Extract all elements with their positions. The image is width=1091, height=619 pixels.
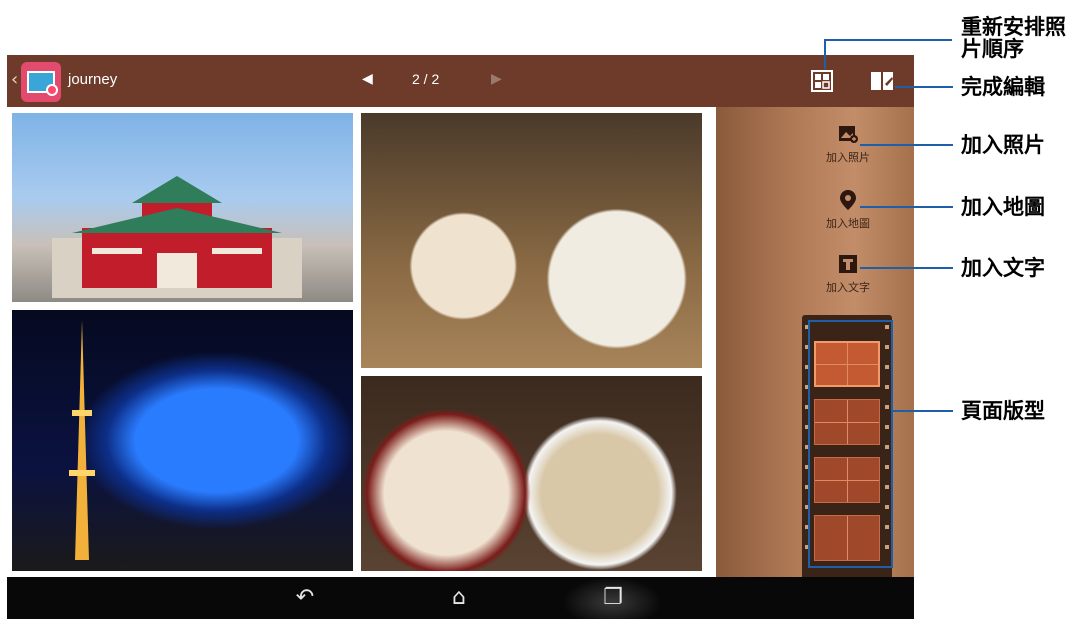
journey-page-canvas: 加入照片 加入地圖 加入文字 — [7, 107, 914, 577]
next-page-icon[interactable]: ▶ — [491, 71, 502, 87]
top-app-bar: ‹ journey ◀ 2 / 2 ▶ — [7, 55, 914, 107]
back-arrow-icon[interactable]: ↶ — [289, 585, 321, 611]
system-nav-bar: ↶ ⌂ ❐ — [7, 577, 914, 619]
page-indicator: 2 / 2 — [412, 71, 440, 87]
previous-page-icon[interactable]: ◀ — [362, 71, 373, 87]
callout-add-text: 加入文字 — [961, 256, 1045, 280]
layout-highlight-left — [808, 320, 810, 568]
layout-option[interactable] — [814, 399, 880, 445]
text-t-icon — [839, 255, 857, 273]
callout-line-done — [895, 86, 953, 88]
callout-line-layout — [893, 410, 953, 412]
add-photo-icon — [839, 126, 858, 143]
map-pin-icon — [840, 190, 856, 210]
layout-option[interactable] — [814, 457, 880, 503]
add-map-tool[interactable]: 加入地圖 — [808, 189, 888, 231]
callout-line-reorder — [824, 39, 826, 69]
journey-title: journey — [68, 71, 118, 88]
callout-line-add-photo — [860, 144, 953, 146]
layout-highlight-right — [891, 320, 893, 568]
layout-highlight-bottom — [808, 566, 893, 568]
add-text-label: 加入文字 — [826, 281, 870, 294]
photo-pagoda-station[interactable] — [12, 113, 353, 302]
callout-add-photo: 加入照片 — [961, 133, 1045, 157]
callout-line-reorder-h — [824, 39, 952, 41]
home-icon[interactable]: ⌂ — [443, 585, 475, 611]
photo-donburi-noodles[interactable] — [361, 376, 702, 571]
callout-line-add-text — [860, 267, 953, 269]
photo-breakfast-table[interactable] — [361, 113, 702, 368]
callout-layout: 頁面版型 — [961, 399, 1045, 423]
recent-apps-icon[interactable]: ❐ — [597, 585, 629, 611]
page-layout-filmstrip[interactable] — [802, 315, 892, 585]
photo-night-tower[interactable] — [12, 310, 353, 571]
add-text-tool[interactable]: 加入文字 — [808, 253, 888, 295]
chevron-left-icon[interactable]: ‹ — [11, 69, 18, 91]
callout-line-add-map — [860, 206, 953, 208]
device-screen: ‹ journey ◀ 2 / 2 ▶ 加入照片 加入地圖 加入文字 ↶ ⌂ ❐ — [7, 55, 914, 619]
layout-option[interactable] — [814, 515, 880, 561]
layout-option-selected[interactable] — [814, 341, 880, 387]
reorder-photos-icon[interactable] — [811, 70, 833, 92]
finish-edit-icon[interactable] — [870, 70, 894, 92]
journey-app-icon[interactable] — [21, 62, 61, 102]
callout-done: 完成編輯 — [961, 75, 1045, 99]
add-photo-label: 加入照片 — [826, 151, 870, 164]
layout-highlight-top — [808, 320, 893, 322]
callout-add-map: 加入地圖 — [961, 195, 1045, 219]
add-map-label: 加入地圖 — [826, 217, 870, 230]
callout-reorder: 重新安排照 片順序 — [961, 15, 1066, 61]
